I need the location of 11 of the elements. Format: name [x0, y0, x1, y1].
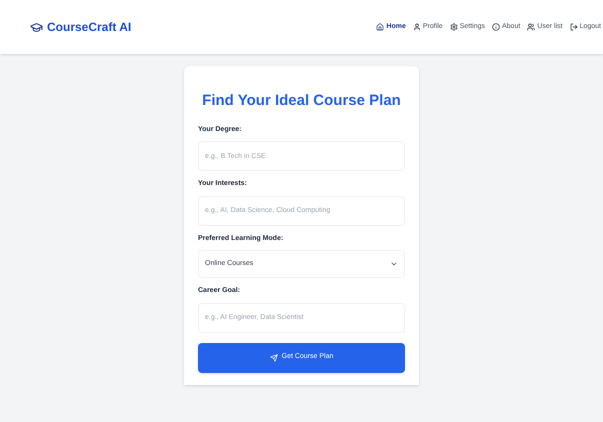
logout-icon [570, 23, 578, 31]
users-icon [527, 23, 536, 31]
send-icon [270, 354, 278, 362]
settings-icon [450, 23, 458, 31]
user-icon [412, 23, 421, 31]
brand-name: CourseCraft AI [47, 19, 132, 36]
chevron-down-icon [390, 260, 398, 268]
graduation-cap-icon [30, 20, 43, 34]
info-icon [492, 23, 500, 31]
form-title: Find Your Ideal Course Plan [201, 91, 402, 111]
home-icon [376, 23, 384, 31]
